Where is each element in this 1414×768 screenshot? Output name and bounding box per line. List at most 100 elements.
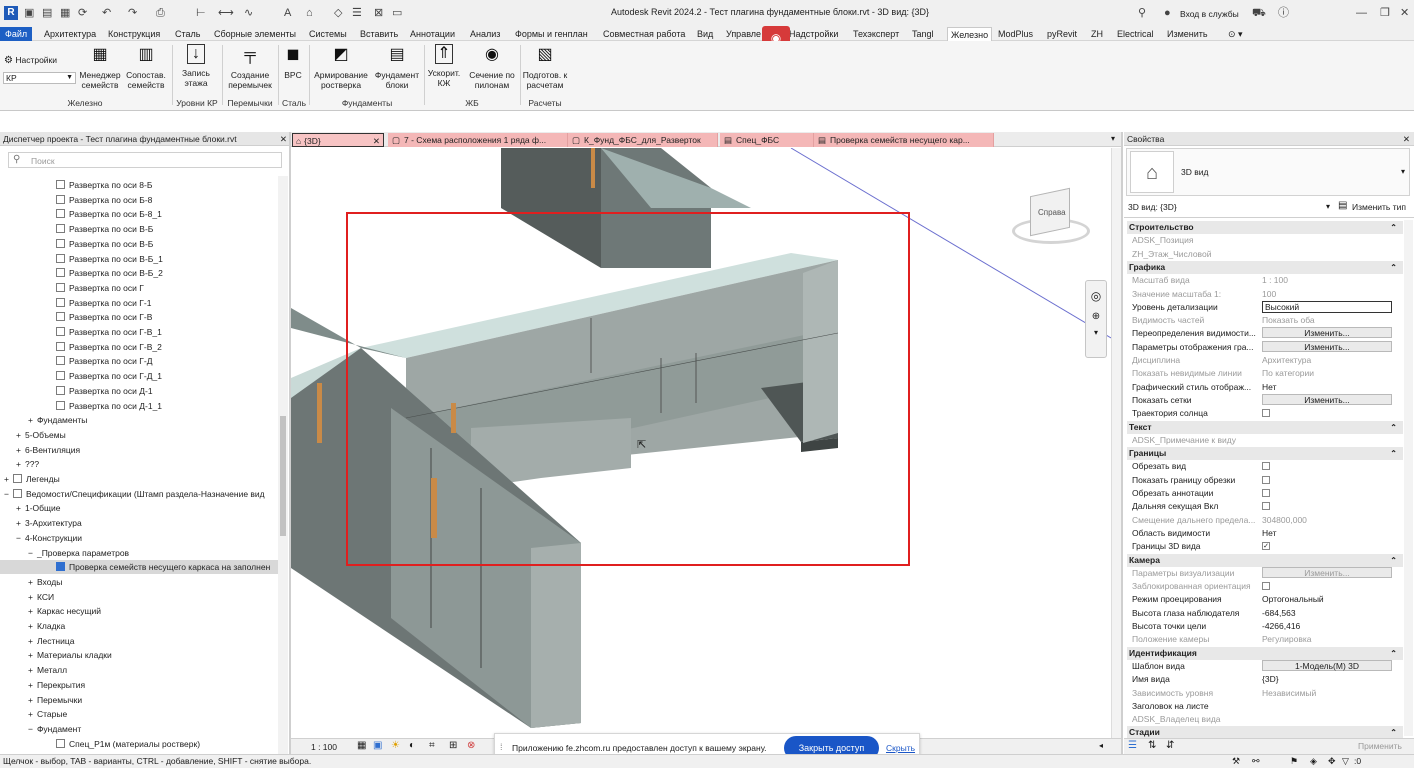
- links-icon[interactable]: ⚯: [1252, 755, 1260, 768]
- property-category[interactable]: Границы ⌃: [1127, 447, 1403, 461]
- family-manager-button[interactable]: ▦ Менеджер семейств: [78, 44, 122, 91]
- tree-item[interactable]: Развертка по оси Г-В_2: [0, 340, 278, 354]
- tab-scheme[interactable]: ▢ 7 - Схема расположения 1 ряда ф...: [388, 133, 568, 147]
- open-icon[interactable]: ▣: [24, 5, 34, 21]
- ribbon-toggle-icon[interactable]: ⊙ ▾: [1228, 27, 1243, 41]
- property-row[interactable]: Уровень детализации Высокий: [1128, 300, 1396, 314]
- tree-item[interactable]: +6-Вентиляция: [0, 443, 278, 457]
- collapse-icon[interactable]: ⌃: [1390, 421, 1397, 434]
- tree-item[interactable]: + Материалы кладки: [0, 648, 278, 662]
- browser-scrollbar[interactable]: [278, 176, 288, 754]
- hide-link[interactable]: Скрыть: [886, 743, 915, 753]
- expand-icon[interactable]: +: [28, 709, 33, 719]
- tab-3d[interactable]: ⌂ {3D} ✕: [292, 133, 384, 147]
- drag-elements-icon[interactable]: ✥: [1328, 755, 1336, 768]
- print-icon[interactable]: ⎙: [156, 5, 165, 21]
- tabs-dropdown-icon[interactable]: ▾: [1111, 134, 1115, 143]
- tree-item[interactable]: −4-Конструкции: [0, 531, 278, 545]
- revit-logo-icon[interactable]: R: [4, 6, 18, 20]
- property-row[interactable]: Заблокированная ориентация: [1128, 580, 1396, 593]
- drag-handle-icon[interactable]: ⁞: [500, 742, 503, 752]
- tree-item[interactable]: +1-Общие: [0, 501, 278, 515]
- tree-item[interactable]: − Фундамент: [0, 722, 278, 736]
- property-row[interactable]: Обрезать аннотации: [1128, 487, 1396, 500]
- 3d-view-icon[interactable]: ⌂: [306, 5, 313, 21]
- collapse-icon[interactable]: ⌃: [1390, 221, 1397, 234]
- property-row[interactable]: Траектория солнца: [1128, 407, 1396, 420]
- expand-icon[interactable]: +: [16, 518, 21, 528]
- tree-item[interactable]: Развертка по оси Г-Д: [0, 354, 278, 368]
- property-row[interactable]: Высота глаза наблюдателя -684,563: [1128, 607, 1396, 620]
- scroll-thumb[interactable]: [280, 416, 286, 536]
- property-category[interactable]: Текст ⌃: [1127, 420, 1403, 434]
- property-row[interactable]: Дисциплина Архитектура: [1128, 354, 1396, 367]
- property-value[interactable]: Ортогональный: [1262, 593, 1392, 606]
- property-value[interactable]: 100: [1262, 288, 1392, 301]
- menu-4[interactable]: Сборные элементы: [214, 27, 296, 41]
- expand-icon[interactable]: +: [28, 695, 33, 705]
- property-row[interactable]: Смещение дальнего предела... 304800,000: [1128, 514, 1396, 527]
- menu-13[interactable]: Надстройки: [789, 27, 838, 41]
- collapse-icon[interactable]: −: [4, 489, 9, 499]
- property-row[interactable]: ADSK_Примечание к виду: [1128, 434, 1396, 447]
- menu-2[interactable]: Конструкция: [108, 27, 160, 41]
- expand-icon[interactable]: +: [28, 592, 33, 602]
- properties-help-icon[interactable]: ☰: [1128, 740, 1137, 751]
- property-row[interactable]: Параметры визуализации Изменить...: [1128, 566, 1396, 580]
- tab-spec-fbs[interactable]: ▤ Спец_ФБС: [720, 133, 814, 147]
- family-compare-button[interactable]: ▥ Сопостав. семейств: [124, 44, 168, 91]
- thin-lines-icon[interactable]: ☰: [352, 5, 362, 21]
- property-row[interactable]: Шаблон вида 1-Модель(М) 3D: [1128, 659, 1396, 673]
- visual-style-icon[interactable]: ▣: [373, 740, 382, 751]
- menu-5[interactable]: Системы: [309, 27, 347, 41]
- tree-item[interactable]: + Легенды: [0, 472, 278, 486]
- tree-item[interactable]: Развертка по оси Г-В: [0, 310, 278, 324]
- viewcube[interactable]: Справа: [1010, 187, 1092, 250]
- sort-icon[interactable]: ⇅: [1148, 740, 1156, 751]
- folder-icon[interactable]: ▤: [42, 5, 52, 21]
- property-value[interactable]: Нет: [1262, 381, 1392, 394]
- close-icon[interactable]: ✕: [373, 134, 380, 148]
- property-value[interactable]: {3D}: [1262, 673, 1392, 686]
- expand-icon[interactable]: +: [16, 503, 21, 513]
- property-checkbox[interactable]: [1262, 409, 1270, 418]
- property-edit-button[interactable]: Изменить...: [1262, 393, 1392, 405]
- expand-icon[interactable]: +: [16, 430, 21, 440]
- bps-button[interactable]: ◼ BPC: [280, 44, 306, 81]
- tree-item[interactable]: +???: [0, 457, 278, 471]
- binoculars-icon[interactable]: ⚲: [1138, 5, 1146, 21]
- tree-item[interactable]: + Фундаменты: [0, 413, 278, 427]
- property-row[interactable]: Масштаб вида 1 : 100: [1128, 274, 1396, 287]
- property-value[interactable]: Регулировка: [1262, 633, 1392, 646]
- steering-wheel-icon[interactable]: ◎: [1086, 289, 1106, 303]
- tree-item[interactable]: Развертка по оси Г-Д_1: [0, 369, 278, 383]
- property-row[interactable]: Дальняя секущая Вкл: [1128, 500, 1396, 513]
- menu-15[interactable]: Tangl: [912, 27, 934, 41]
- property-value[interactable]: Показать оба: [1262, 314, 1392, 327]
- tree-item[interactable]: Развертка по оси В-Б: [0, 222, 278, 236]
- grillage-button[interactable]: ◩ Армирование ростверка: [312, 44, 370, 91]
- tree-item[interactable]: Развертка по оси Б-8_1: [0, 207, 278, 221]
- dimension-icon[interactable]: ⟷: [218, 5, 234, 21]
- property-checkbox[interactable]: [1262, 475, 1270, 484]
- expand-icon[interactable]: +: [4, 474, 9, 484]
- expand-icon[interactable]: +: [28, 636, 33, 646]
- property-value[interactable]: Высокий: [1262, 300, 1392, 313]
- tree-item[interactable]: + Старые: [0, 707, 278, 721]
- property-row[interactable]: Показать сетки Изменить...: [1128, 393, 1396, 407]
- filter-icon[interactable]: ⇵: [1166, 740, 1174, 751]
- property-row[interactable]: Границы 3D вида ✓: [1128, 540, 1396, 553]
- menu-14[interactable]: Техэксперт: [853, 27, 899, 41]
- property-checkbox[interactable]: ✓: [1262, 542, 1270, 551]
- property-row[interactable]: Видимость частей Показать оба: [1128, 314, 1396, 327]
- property-row[interactable]: Показать невидимые линии По категории: [1128, 367, 1396, 380]
- tree-item[interactable]: Развертка по оси Б-8: [0, 193, 278, 207]
- tree-item[interactable]: − _Проверка параметров: [0, 546, 278, 560]
- property-row[interactable]: Область видимости Нет: [1128, 527, 1396, 540]
- collapse-icon[interactable]: −: [28, 724, 33, 734]
- redo-icon[interactable]: ↷: [128, 5, 137, 21]
- collapse-icon[interactable]: −: [16, 533, 21, 543]
- close-icon[interactable]: ✕: [280, 132, 287, 146]
- menu-6[interactable]: Вставить: [360, 27, 398, 41]
- tree-item[interactable]: Развертка по оси В-Б_2: [0, 266, 278, 280]
